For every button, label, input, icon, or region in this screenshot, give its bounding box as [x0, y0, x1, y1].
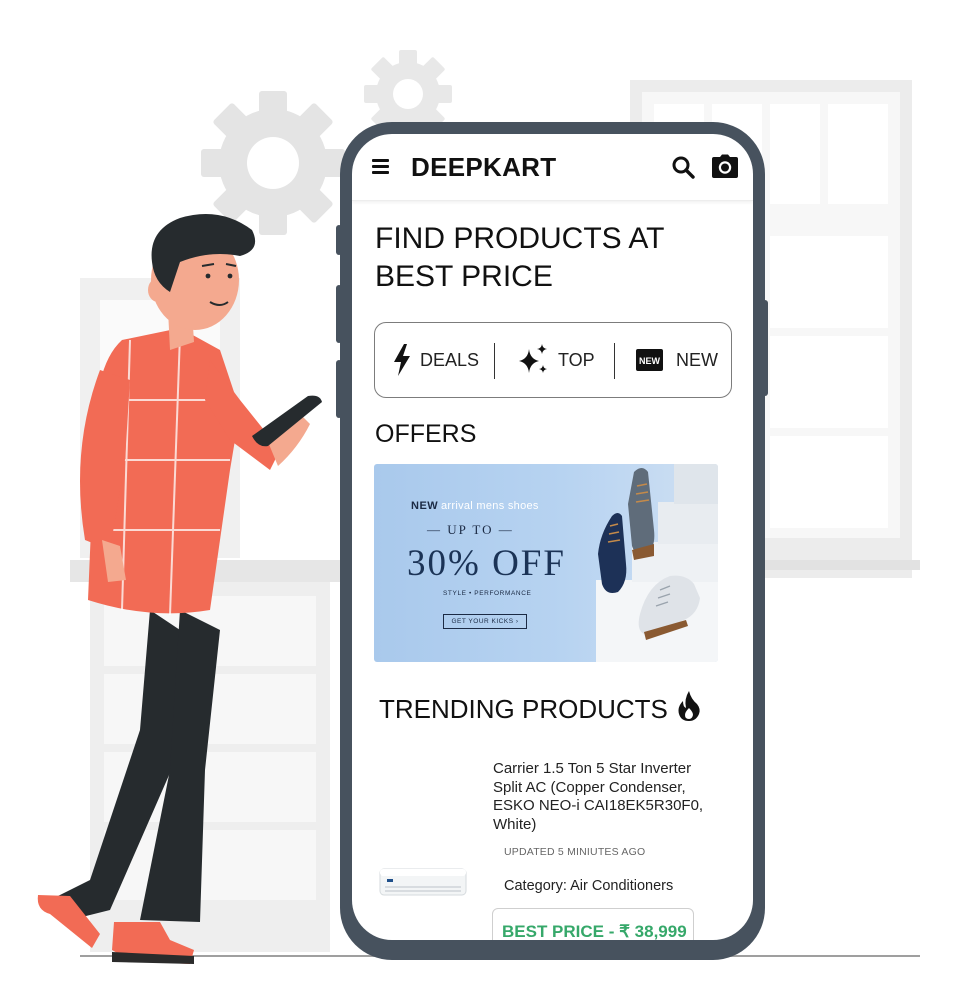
banner-shoes-image — [596, 464, 718, 662]
filter-new-button[interactable]: NEW NEW — [636, 323, 718, 397]
filter-deals-button[interactable]: DEALS — [392, 323, 479, 397]
new-badge-icon: NEW — [636, 349, 663, 371]
page-headline: FIND PRODUCTS AT BEST PRICE — [375, 220, 735, 296]
product-updated-time: UPDATED 5 MINIUTES AGO — [504, 846, 646, 858]
filter-divider — [494, 343, 495, 379]
hamburger-menu-icon[interactable] — [372, 159, 389, 174]
banner-discount-text: 30% OFF — [407, 543, 566, 584]
filter-top-label: TOP — [558, 349, 595, 370]
sparkles-icon — [519, 344, 547, 373]
banner-arrival-text: arrival mens shoes — [441, 500, 539, 512]
filter-top-button[interactable]: TOP — [516, 323, 595, 397]
banner-upto-text: — UP TO — — [427, 522, 514, 537]
trending-title: TRENDING PRODUCTS — [379, 694, 668, 724]
product-name[interactable]: Carrier 1.5 Ton 5 Star Inverter Split AC… — [493, 760, 708, 834]
fire-icon — [678, 691, 700, 721]
best-price-text: BEST PRICE - ₹ 38,999 — [502, 922, 687, 940]
filter-new-label: NEW — [676, 349, 718, 370]
man-with-phone-illustration — [37, 214, 322, 964]
camera-icon[interactable] — [711, 154, 739, 184]
phone-screen: DEEPKART FIND PRODUCTS AT BEST PRICE DEA… — [352, 134, 753, 940]
banner-tagline: STYLE • PERFORMANCE — [443, 590, 532, 597]
app-bar: DEEPKART — [352, 134, 753, 201]
offers-title: OFFERS — [375, 420, 477, 448]
app-brand-title: DEEPKART — [411, 152, 557, 182]
product-category: Category: Air Conditioners — [504, 878, 674, 894]
banner-new-label: NEW — [411, 500, 439, 512]
offer-banner[interactable]: NEW arrival mens shoes — UP TO — 30% OFF… — [374, 464, 718, 662]
banner-cta-button[interactable]: GET YOUR KICKS › — [443, 614, 527, 629]
svg-text:NEW: NEW — [639, 356, 661, 366]
lightning-bolt-icon — [394, 344, 410, 376]
filter-deals-label: DEALS — [420, 349, 480, 370]
search-icon[interactable] — [671, 155, 695, 184]
best-price-button[interactable]: BEST PRICE - ₹ 38,999 — [492, 908, 694, 940]
product-ac-image[interactable] — [379, 868, 467, 898]
headline-line-2: BEST PRICE — [375, 260, 553, 293]
quick-filter-bar: DEALS TOP NEW NEW — [374, 322, 732, 398]
headline-line-1: FIND PRODUCTS AT — [375, 222, 665, 255]
filter-divider — [614, 343, 615, 379]
